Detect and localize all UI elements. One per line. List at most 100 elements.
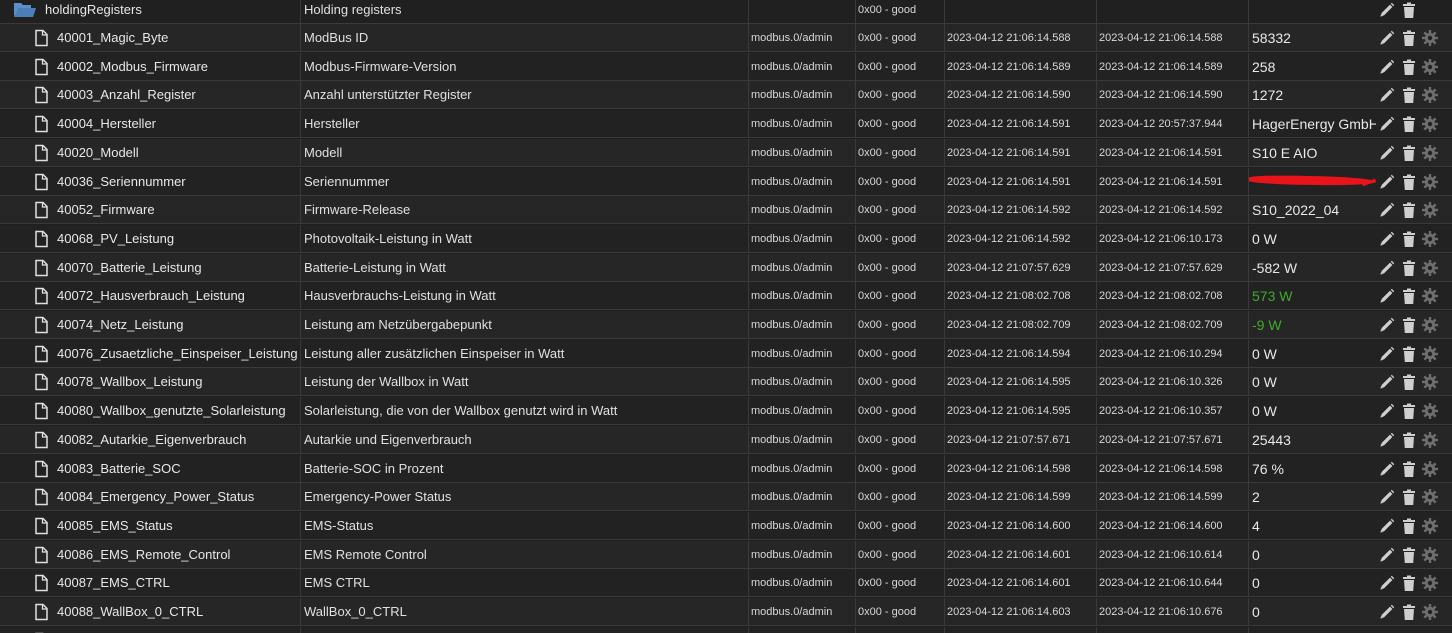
pencil-icon[interactable] bbox=[1378, 546, 1396, 564]
trash-icon[interactable] bbox=[1400, 373, 1418, 391]
table-row[interactable]: 40088_WallBox_0_CTRL WallBox_0_CTRL modbus… bbox=[0, 598, 1452, 626]
trash-icon[interactable] bbox=[1400, 259, 1418, 277]
pencil-icon[interactable] bbox=[1378, 373, 1396, 391]
gear-icon[interactable] bbox=[1421, 287, 1439, 305]
column-divider bbox=[1248, 483, 1249, 512]
trash-icon[interactable] bbox=[1400, 86, 1418, 104]
trash-icon[interactable] bbox=[1400, 488, 1418, 506]
column-divider bbox=[1248, 167, 1249, 196]
pencil-icon[interactable] bbox=[1378, 316, 1396, 334]
trash-icon[interactable] bbox=[1400, 115, 1418, 133]
gear-icon[interactable] bbox=[1421, 460, 1439, 478]
trash-icon[interactable] bbox=[1400, 58, 1418, 76]
column-divider bbox=[855, 454, 856, 483]
gear-icon[interactable] bbox=[1421, 29, 1439, 47]
pencil-icon[interactable] bbox=[1378, 173, 1396, 191]
pencil-icon[interactable] bbox=[1378, 345, 1396, 363]
pencil-icon[interactable] bbox=[1378, 58, 1396, 76]
pencil-icon[interactable] bbox=[1378, 29, 1396, 47]
column-divider bbox=[855, 0, 856, 24]
folder-open-icon[interactable] bbox=[13, 0, 37, 20]
pencil-icon[interactable] bbox=[1378, 431, 1396, 449]
trash-icon[interactable] bbox=[1400, 546, 1418, 564]
last-change-cell bbox=[1099, 627, 1249, 633]
table-row[interactable]: 40020_Modell Modell modbus.0/admin 0x00 - g… bbox=[0, 138, 1452, 167]
table-row[interactable]: 40036_Seriennummer Seriennummer modbus.0/a… bbox=[0, 167, 1452, 196]
pencil-icon[interactable] bbox=[1378, 488, 1396, 506]
pencil-icon[interactable] bbox=[1378, 517, 1396, 535]
pencil-icon[interactable] bbox=[1378, 287, 1396, 305]
pencil-icon[interactable] bbox=[1378, 574, 1396, 592]
table-row[interactable]: 40070_Batterie_Leistung Batterie-Leistung… bbox=[0, 253, 1452, 282]
trash-icon[interactable] bbox=[1400, 316, 1418, 334]
pencil-icon[interactable] bbox=[1378, 259, 1396, 277]
trash-icon[interactable] bbox=[1400, 431, 1418, 449]
gear-icon[interactable] bbox=[1421, 345, 1439, 363]
pencil-icon[interactable] bbox=[1378, 201, 1396, 219]
table-row[interactable]: 40078_Wallbox_Leistung Leistung der Wallb… bbox=[0, 368, 1452, 397]
gear-icon[interactable] bbox=[1421, 230, 1439, 248]
pencil-icon[interactable] bbox=[1378, 1, 1396, 19]
gear-icon[interactable] bbox=[1421, 115, 1439, 133]
table-row[interactable]: 40068_PV_Leistung Photovoltaik-Leistung i… bbox=[0, 224, 1452, 253]
gear-icon[interactable] bbox=[1421, 144, 1439, 162]
trash-icon[interactable] bbox=[1400, 574, 1418, 592]
trash-icon[interactable] bbox=[1400, 173, 1418, 191]
gear-icon[interactable] bbox=[1421, 603, 1439, 621]
gear-icon[interactable] bbox=[1421, 201, 1439, 219]
table-row[interactable]: 40004_Hersteller Hersteller modbus.0/admin… bbox=[0, 110, 1452, 139]
pencil-icon[interactable] bbox=[1378, 402, 1396, 420]
pencil-icon[interactable] bbox=[1378, 115, 1396, 133]
trash-icon[interactable] bbox=[1400, 345, 1418, 363]
gear-icon[interactable] bbox=[1421, 173, 1439, 191]
column-divider bbox=[944, 626, 945, 633]
trash-icon[interactable] bbox=[1400, 29, 1418, 47]
trash-icon[interactable] bbox=[1400, 402, 1418, 420]
table-row[interactable] bbox=[0, 626, 1452, 633]
trash-icon[interactable] bbox=[1400, 287, 1418, 305]
table-row[interactable]: 40080_Wallbox_genutzte_Solarleistung Sola… bbox=[0, 397, 1452, 426]
tree-row-folder[interactable]: holdingRegisters Holding registers 0x00 … bbox=[0, 0, 1452, 24]
column-divider bbox=[1248, 540, 1249, 569]
table-row[interactable]: 40086_EMS_Remote_Control EMS Remote Contr… bbox=[0, 540, 1452, 569]
gear-icon[interactable] bbox=[1421, 517, 1439, 535]
pencil-icon[interactable] bbox=[1378, 460, 1396, 478]
gear-icon[interactable] bbox=[1421, 86, 1439, 104]
trash-icon[interactable] bbox=[1400, 603, 1418, 621]
gear-icon[interactable] bbox=[1421, 431, 1439, 449]
table-row[interactable]: 40085_EMS_Status EMS-Status modbus.0/admin… bbox=[0, 511, 1452, 540]
gear-icon[interactable] bbox=[1421, 574, 1439, 592]
gear-icon[interactable] bbox=[1421, 373, 1439, 391]
table-row[interactable]: 40001_Magic_Byte ModBus ID modbus.0/admin 0… bbox=[0, 24, 1452, 52]
trash-icon[interactable] bbox=[1400, 460, 1418, 478]
column-divider bbox=[944, 311, 945, 339]
table-row[interactable]: 40083_Batterie_SOC Batterie-SOC in Prozen… bbox=[0, 454, 1452, 483]
trash-icon[interactable] bbox=[1400, 201, 1418, 219]
gear-icon[interactable] bbox=[1421, 58, 1439, 76]
table-row[interactable]: 40082_Autarkie_Eigenverbrauch Autarkie un… bbox=[0, 425, 1452, 454]
trash-icon[interactable] bbox=[1400, 144, 1418, 162]
column-divider bbox=[748, 540, 749, 569]
pencil-icon[interactable] bbox=[1378, 230, 1396, 248]
table-row[interactable]: 40003_Anzahl_Register Anzahl unterstützte… bbox=[0, 81, 1452, 110]
trash-icon[interactable] bbox=[1400, 230, 1418, 248]
table-row[interactable]: 40074_Netz_Leistung Leistung am Netzüberg… bbox=[0, 311, 1452, 339]
pencil-icon[interactable] bbox=[1378, 603, 1396, 621]
gear-icon[interactable] bbox=[1421, 488, 1439, 506]
trash-icon[interactable] bbox=[1400, 1, 1418, 19]
trash-icon[interactable] bbox=[1400, 517, 1418, 535]
gear-icon[interactable] bbox=[1421, 259, 1439, 277]
table-row[interactable]: 40084_Emergency_Power_Status Emergency-Po… bbox=[0, 483, 1452, 512]
column-divider bbox=[300, 569, 301, 598]
table-row[interactable]: 40052_Firmware Firmware-Release modbus.0/a… bbox=[0, 196, 1452, 225]
column-divider bbox=[855, 138, 856, 167]
table-row[interactable]: 40072_Hausverbrauch_Leistung Hausverbrauc… bbox=[0, 282, 1452, 311]
pencil-icon[interactable] bbox=[1378, 86, 1396, 104]
table-row[interactable]: 40076_Zusaetzliche_Einspeiser_Leistung Le… bbox=[0, 339, 1452, 368]
gear-icon[interactable] bbox=[1421, 546, 1439, 564]
pencil-icon[interactable] bbox=[1378, 144, 1396, 162]
table-row[interactable]: 40087_EMS_CTRL EMS CTRL modbus.0/admin 0x00… bbox=[0, 569, 1452, 598]
gear-icon[interactable] bbox=[1421, 316, 1439, 334]
table-row[interactable]: 40002_Modbus_Firmware Modbus-Firmware-Ver… bbox=[0, 52, 1452, 81]
gear-icon[interactable] bbox=[1421, 402, 1439, 420]
